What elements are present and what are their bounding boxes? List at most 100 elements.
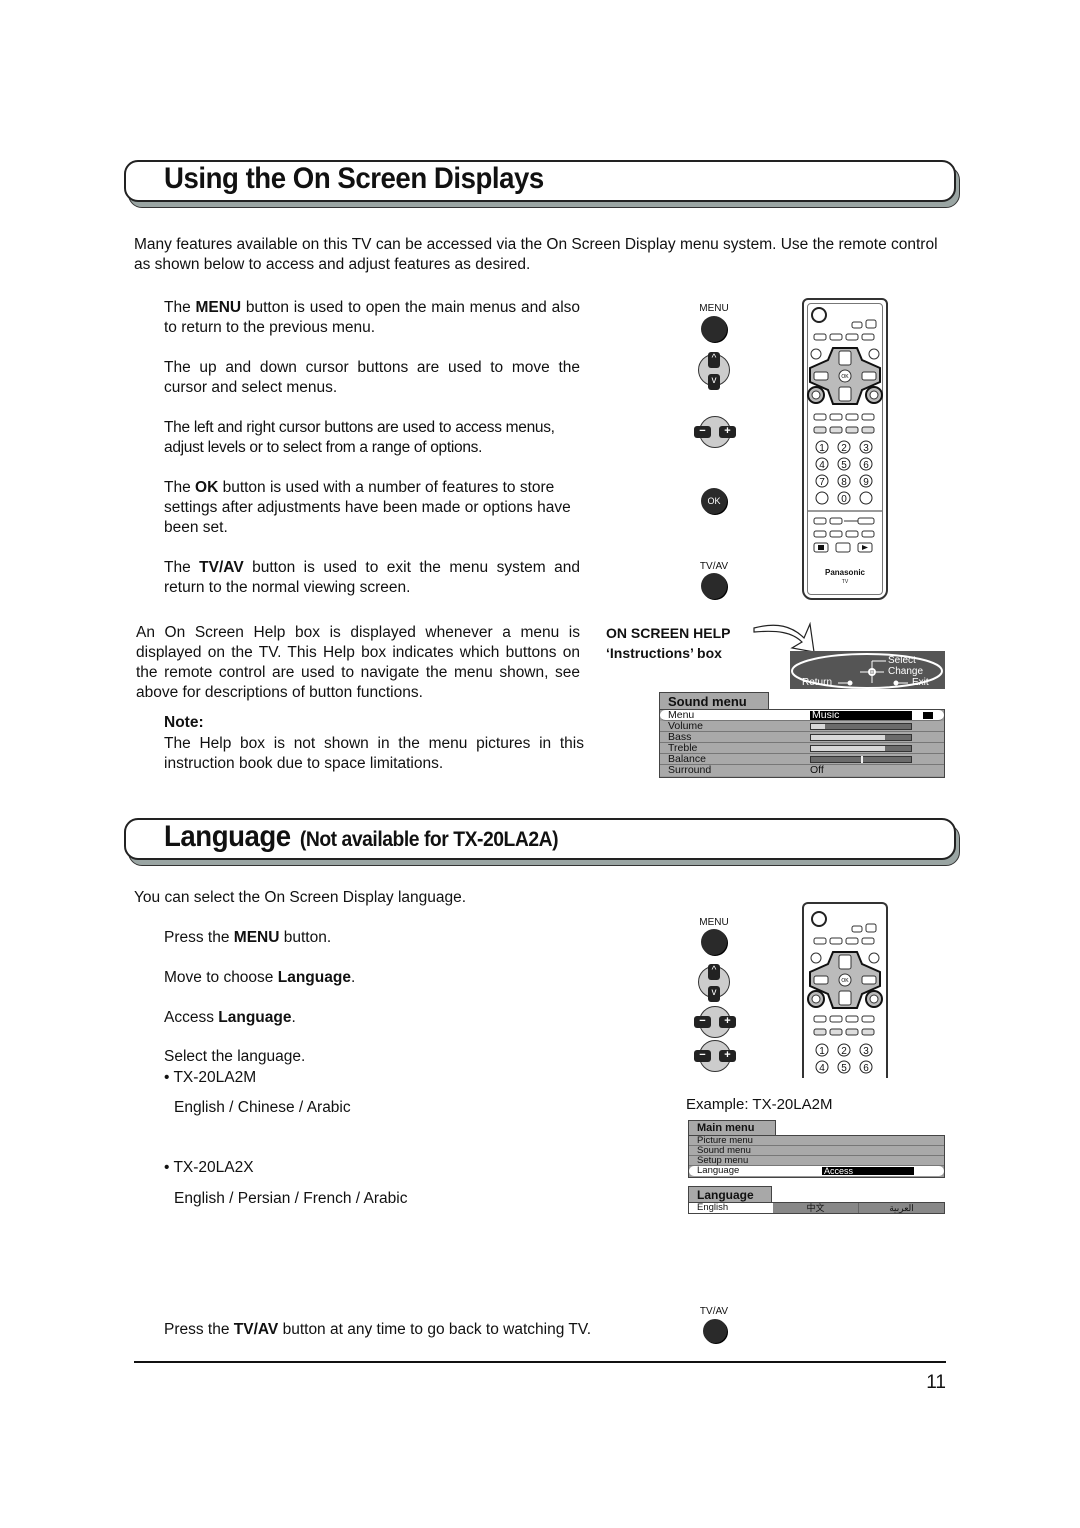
volume-bar (810, 723, 912, 730)
step-select-language: Select the language. (164, 1048, 306, 1065)
sound-menu-row[interactable]: Bass (660, 732, 944, 743)
step-choose-language: Move to choose Language. (164, 969, 356, 986)
plus-icon[interactable]: + (719, 426, 736, 438)
balance-bar (810, 756, 912, 763)
leftright-description: The left and right cursor buttons are us… (164, 419, 555, 456)
help-paragraph: An On Screen Help box is displayed whene… (136, 624, 580, 701)
menu-button[interactable] (701, 929, 727, 955)
tvav-description: The TV/AV button is used to exit the men… (164, 559, 580, 596)
help-change: Change (888, 666, 924, 677)
sound-menu-title: Sound menu (659, 692, 769, 709)
brand-logo: Panasonic (824, 568, 865, 577)
svg-text:1: 1 (819, 1046, 825, 1057)
language-menu: English 中文 العربية (688, 1202, 945, 1214)
tvav-button[interactable] (701, 573, 727, 599)
help-exit: Exit (912, 677, 929, 688)
svg-text:2: 2 (841, 1046, 847, 1057)
svg-text:4: 4 (819, 460, 825, 471)
up-down-rocker[interactable]: ^ v (698, 962, 730, 1002)
main-menu-title: Main menu (688, 1120, 776, 1135)
section-banner-osd: Using the On Screen Displays (124, 160, 960, 208)
section-banner-language: Language (Not available for TX-20LA2A) (124, 818, 960, 866)
page-number: 11 (926, 1372, 946, 1393)
svg-text:2: 2 (841, 443, 847, 454)
tvav-button[interactable] (703, 1319, 727, 1343)
section-title: Language (Not available for TX-20LA2A) (164, 820, 559, 853)
remote-control-partial: OK 1 2 3 4 5 6 (802, 902, 888, 1078)
left-right-rocker[interactable]: − + (694, 1006, 736, 1038)
sound-menu-row[interactable]: Surround Off (660, 765, 944, 776)
svg-text:5: 5 (841, 1063, 847, 1074)
plus-icon[interactable]: + (719, 1050, 736, 1062)
language-option-chinese[interactable]: 中文 (773, 1203, 859, 1213)
step-press-menu: Press the MENU button. (164, 929, 332, 946)
brand-sub: TV (841, 579, 849, 585)
power-icon (811, 307, 827, 323)
svg-text:4: 4 (819, 1063, 825, 1074)
remote-control: OK 1 2 3 4 5 6 7 8 9 0 Panasonic TV (802, 298, 888, 600)
svg-text:OK: OK (841, 374, 849, 380)
treble-bar (810, 745, 912, 752)
ok-button[interactable]: OK (701, 488, 727, 514)
left-right-rocker[interactable]: − + (694, 1040, 736, 1072)
menu-label: MENU (699, 917, 729, 928)
language-option-english[interactable]: English (689, 1203, 773, 1213)
help-instructions-box: Select Change Return Exit (790, 651, 945, 689)
down-arrow-icon[interactable]: v (708, 986, 720, 1002)
step-access-language: Access Language. (164, 1009, 296, 1026)
svg-text:3: 3 (863, 443, 869, 454)
svg-text:8: 8 (841, 477, 847, 488)
svg-text:7: 7 (819, 477, 825, 488)
svg-text:6: 6 (863, 460, 869, 471)
ok-description: The OK button is used with a number of f… (164, 479, 571, 536)
note-text: The Help box is not shown in the menu pi… (164, 735, 584, 772)
help-callout-subtitle: ‘Instructions’ box (606, 645, 722, 661)
help-return: Return (802, 677, 833, 688)
model-tx20la2m-languages: English / Chinese / Arabic (174, 1099, 351, 1116)
svg-text:1: 1 (819, 443, 825, 454)
footer-instruction: Press the TV/AV button at any time to go… (164, 1321, 592, 1338)
language-menu-title: Language (688, 1186, 772, 1202)
bass-bar (810, 734, 912, 741)
cycle-icon (922, 711, 934, 720)
footer-divider (134, 1361, 946, 1363)
language-intro: You can select the On Screen Display lan… (134, 889, 467, 906)
main-menu: Picture menu Sound menu Setup menu Langu… (688, 1135, 945, 1178)
model-tx20la2x-languages: English / Persian / French / Arabic (174, 1190, 408, 1207)
help-callout-title: ON SCREEN HELP (606, 625, 731, 641)
sound-menu: Menu Music Volume Bass Treble Balance Su… (659, 709, 945, 778)
menu-description: The MENU button is used to open the main… (164, 299, 581, 336)
sound-menu-row[interactable]: Volume (660, 721, 944, 732)
up-down-rocker[interactable]: ^ v (698, 350, 730, 390)
minus-icon[interactable]: − (694, 1050, 711, 1062)
remote-buttons: OK 1 2 3 4 5 6 7 8 9 0 (807, 307, 883, 553)
note-label: Note: (164, 714, 204, 731)
tvav-label: TV/AV (699, 561, 729, 572)
help-select: Select (888, 655, 916, 666)
svg-text:0: 0 (841, 494, 847, 505)
down-arrow-icon[interactable]: v (708, 374, 720, 390)
tvav-label: TV/AV (699, 1306, 729, 1317)
model-tx20la2m: • TX-20LA2M (164, 1069, 257, 1086)
svg-text:3: 3 (863, 1046, 869, 1057)
language-option-arabic[interactable]: العربية (859, 1203, 944, 1213)
example-label: Example: TX-20LA2M (686, 1096, 833, 1113)
main-menu-row[interactable]: Language Access (689, 1166, 944, 1176)
menu-label: MENU (699, 303, 729, 314)
section-title: Using the On Screen Displays (164, 162, 544, 195)
intro-paragraph: Many features available on this TV can b… (134, 236, 938, 273)
model-tx20la2x: • TX-20LA2X (164, 1159, 254, 1176)
updown-description: The up and down cursor buttons are used … (164, 359, 580, 396)
left-right-rocker[interactable]: − + (694, 416, 736, 448)
plus-icon[interactable]: + (719, 1016, 736, 1028)
minus-icon[interactable]: − (694, 1016, 711, 1028)
menu-button[interactable] (701, 316, 727, 342)
svg-text:OK: OK (841, 978, 849, 984)
svg-text:9: 9 (863, 477, 869, 488)
up-arrow-icon[interactable]: ^ (708, 352, 720, 368)
minus-icon[interactable]: − (694, 426, 711, 438)
up-arrow-icon[interactable]: ^ (708, 964, 720, 980)
svg-text:5: 5 (841, 460, 847, 471)
svg-text:6: 6 (863, 1063, 869, 1074)
power-icon (811, 911, 827, 927)
